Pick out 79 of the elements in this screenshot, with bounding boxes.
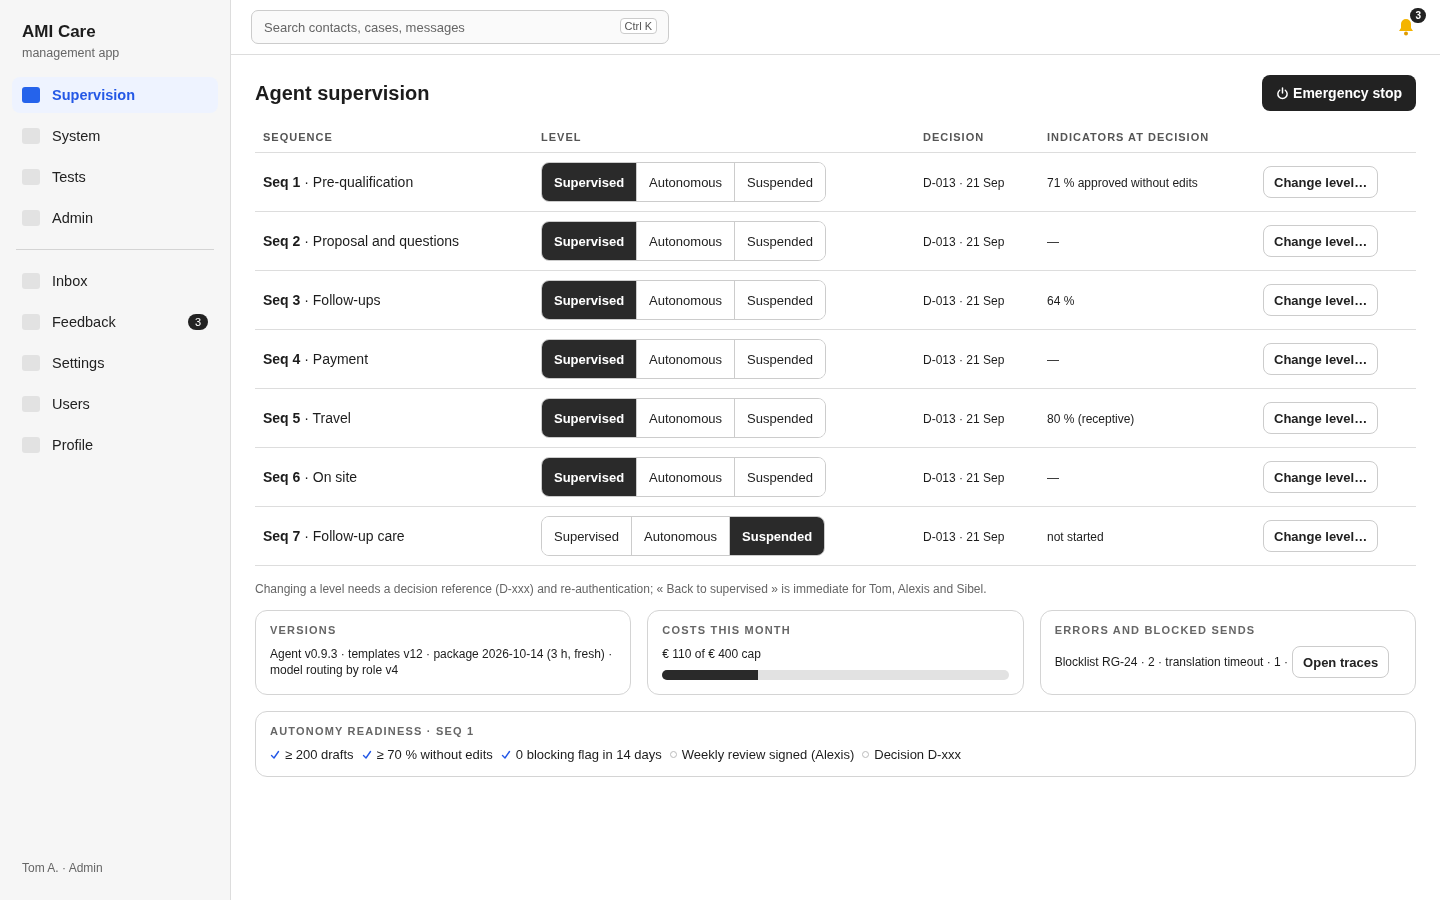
- indicator-text: 80 % (receptive): [1047, 412, 1135, 426]
- decision-ref: D-013 · 21 Sep: [923, 412, 1005, 426]
- indicator-text: 71 % approved without edits: [1047, 176, 1198, 190]
- indicator-text: —: [1047, 353, 1059, 367]
- change-level-button[interactable]: Change level…: [1263, 520, 1379, 552]
- card-title: COSTS THIS MONTH: [662, 624, 792, 636]
- indicator-text: not started: [1047, 530, 1104, 544]
- nav-item[interactable]: Users: [12, 386, 218, 422]
- change-level-button[interactable]: Change level…: [1263, 166, 1379, 198]
- change-level-button[interactable]: Change level…: [1263, 402, 1379, 434]
- indicator-text: —: [1047, 235, 1059, 249]
- cost-text: € 110 of € 400 cap: [662, 646, 762, 662]
- readiness-criterion: 0 blocking flag in 14 days: [515, 747, 662, 762]
- level-option[interactable]: Suspended: [734, 340, 825, 378]
- nav-item[interactable]: Feedback 3: [12, 304, 218, 340]
- level-option[interactable]: Suspended: [734, 163, 825, 201]
- level-option[interactable]: Suspended: [734, 222, 825, 260]
- card-title: AUTONOMY READINESS · SEQ 1: [270, 725, 476, 737]
- open-traces-button[interactable]: Open traces: [1292, 646, 1390, 678]
- info-note: Changing a level needs a decision reference (D-xxx) and re-authentication; « Back to supervised » is immediate for Tom, Alexis and Sibel.: [255, 582, 988, 596]
- decision-ref: D-013 · 21 Sep: [923, 235, 1005, 249]
- level-option[interactable]: Supervised: [542, 340, 637, 378]
- card-title: VERSIONS: [270, 624, 338, 636]
- count-badge: 3: [187, 314, 208, 330]
- level-option[interactable]: Supervised: [542, 458, 637, 496]
- notification-badge: 3: [1410, 8, 1426, 23]
- nav-item[interactable]: Supervision: [12, 77, 218, 113]
- sequence-name: Seq 6 · On site: [263, 469, 358, 485]
- change-level-button[interactable]: Change level…: [1263, 284, 1379, 316]
- indicator-text: 64 %: [1047, 294, 1075, 308]
- bell-icon[interactable]: [1396, 17, 1416, 37]
- sequence-name: Seq 2 · Proposal and questions: [263, 233, 460, 249]
- readiness-criterion: ≥ 70 % without edits: [376, 747, 493, 762]
- level-option[interactable]: Suspended: [734, 399, 825, 437]
- versions-text: Agent v0.9.3 · templates v12 · package 2026-10-14 (3 h, fresh) · model routing by role v4: [270, 646, 614, 678]
- level-option[interactable]: Supervised: [542, 222, 637, 260]
- indicator-text: —: [1047, 471, 1059, 485]
- nav-item[interactable]: System: [12, 118, 218, 154]
- level-option[interactable]: Supervised: [542, 399, 637, 437]
- decision-ref: D-013 · 21 Sep: [923, 353, 1005, 367]
- change-level-button[interactable]: Change level…: [1263, 225, 1379, 257]
- column-header: INDICATORS AT DECISION: [1039, 123, 1255, 153]
- readiness-criterion: ≥ 200 drafts: [285, 747, 354, 762]
- decision-ref: D-013 · 21 Sep: [923, 294, 1005, 308]
- level-option[interactable]: Supervised: [542, 281, 637, 319]
- column-header: DECISION: [915, 123, 1039, 153]
- decision-ref: D-013 · 21 Sep: [923, 471, 1005, 485]
- sequence-name: Seq 4 · Payment: [263, 351, 369, 367]
- sequence-name: Seq 5 · Travel: [263, 410, 351, 426]
- change-level-button[interactable]: Change level…: [1263, 461, 1379, 493]
- nav-square-icon: [22, 87, 40, 103]
- change-level-button[interactable]: Change level…: [1263, 343, 1379, 375]
- app-title: AMI Care: [21, 22, 97, 42]
- level-option[interactable]: Suspended: [734, 458, 825, 496]
- sequence-name: Seq 3 · Follow-ups: [263, 292, 381, 308]
- errors-text: Blocklist RG-24 · 2 · translation timeout · 1 ·: [1054, 654, 1289, 670]
- nav-item[interactable]: Inbox: [12, 263, 218, 299]
- shortcut-hint: Ctrl K: [619, 18, 657, 34]
- card-title: ERRORS AND BLOCKED SENDS: [1054, 624, 1257, 636]
- nav-item[interactable]: Tests: [12, 159, 218, 195]
- decision-ref: D-013 · 21 Sep: [923, 530, 1005, 544]
- column-header: SEQUENCE: [255, 123, 533, 153]
- nav-item[interactable]: Profile: [12, 427, 218, 463]
- page-title: Agent supervision: [255, 81, 430, 105]
- level-option[interactable]: Suspended: [729, 517, 825, 555]
- level-option[interactable]: Supervised: [542, 163, 637, 201]
- decision-ref: D-013 · 21 Sep: [923, 176, 1005, 190]
- app-subtitle: management app: [21, 46, 120, 60]
- sequence-name: Seq 7 · Follow-up care: [263, 528, 405, 544]
- emergency-stop-button[interactable]: Emergency stop: [1262, 75, 1416, 111]
- readiness-criterion: Weekly review signed (Alexis): [681, 747, 855, 762]
- level-option[interactable]: Suspended: [734, 281, 825, 319]
- user-label: Tom A. · Admin: [21, 861, 104, 875]
- readiness-criterion: Decision D-xxx: [874, 747, 961, 762]
- nav-item[interactable]: Settings: [12, 345, 218, 381]
- power-icon: [1276, 86, 1290, 100]
- sequence-name: Seq 1 · Pre-qualification: [263, 174, 414, 190]
- nav-item[interactable]: Admin: [12, 200, 218, 236]
- column-header: LEVEL: [533, 123, 915, 153]
